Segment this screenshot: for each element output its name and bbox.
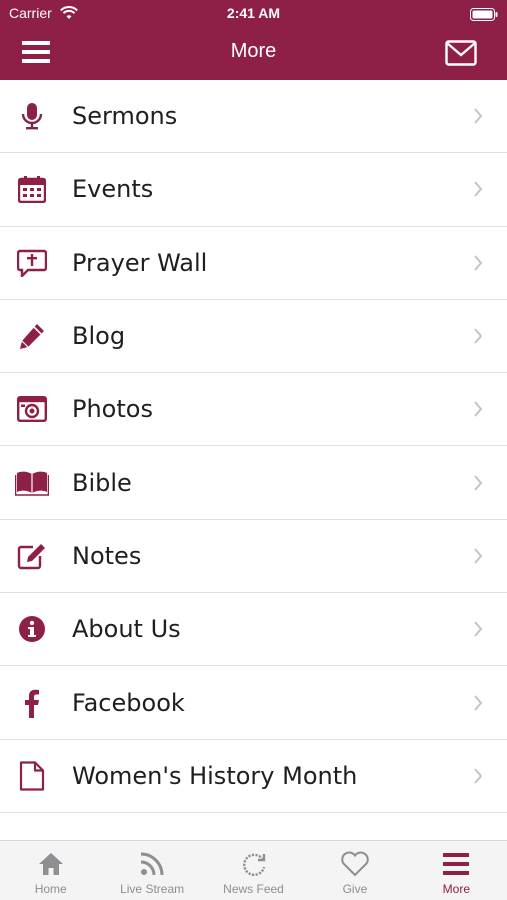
menu-item-events[interactable]: Events [0,153,507,227]
camera-icon [0,373,64,446]
refresh-icon [241,850,267,878]
tab-give[interactable]: Give [304,841,405,900]
tab-live-stream[interactable]: Live Stream [101,841,202,900]
menu-item-label: Blog [72,322,126,351]
open-book-icon [0,446,64,519]
battery-icon [470,6,498,25]
app-header: Carrier 2:41 AM More [0,0,507,80]
chevron-right-icon [474,548,483,564]
home-icon [38,850,64,878]
prayer-bubble-icon [0,226,64,299]
hamburger-icon [443,850,470,878]
chevron-right-icon [474,474,483,491]
more-menu-list: Sermons Events Prayer Wall Blog Photos B… [0,80,507,840]
calendar-icon [0,153,64,226]
menu-item-label: Photos [72,395,153,424]
menu-item-label: Prayer Wall [72,248,208,277]
tab-home[interactable]: Home [0,841,101,900]
clock: 2:41 AM [226,5,281,21]
chevron-right-icon [474,108,483,124]
tab-label: News Feed [223,882,284,896]
menu-item-partial[interactable] [0,813,507,840]
menu-item-label: About Us [72,615,181,644]
menu-item-label: Events [72,175,154,204]
menu-item-prayer-wall[interactable]: Prayer Wall [0,227,507,300]
chevron-right-icon [474,181,483,198]
tab-label: Give [342,882,368,896]
menu-item-blog[interactable]: Blog [0,300,507,374]
facebook-icon [0,666,64,739]
partial-item-icon [0,813,64,840]
tab-bar: Home Live Stream News Feed Give More [0,840,507,900]
menu-item-label: Women's History Month [72,761,358,790]
menu-item-about-us[interactable]: About Us [0,593,507,667]
menu-item-label: Facebook [72,688,185,717]
menu-item-label: Sermons [72,102,178,131]
tab-label: More [442,882,470,896]
menu-item-notes[interactable]: Notes [0,519,507,594]
chevron-right-icon [474,401,483,417]
document-icon [0,739,64,812]
tab-label: Home [34,882,67,896]
menu-item-label: Bible [72,468,132,497]
menu-item-label: Notes [72,541,142,570]
info-icon [0,593,64,666]
mail-button[interactable] [445,40,479,68]
tab-label: Live Stream [120,882,185,896]
page-title: More [230,40,277,62]
microphone-icon [0,80,64,153]
chevron-right-icon [474,621,483,637]
status-bar: Carrier 2:41 AM [0,0,507,28]
menu-item-womens-history-month[interactable]: Women's History Month [0,740,507,813]
heart-icon [340,850,370,878]
menu-item-photos[interactable]: Photos [0,373,507,447]
edit-note-icon [0,519,64,592]
chevron-right-icon [474,255,483,271]
menu-item-bible[interactable]: Bible [0,446,507,520]
menu-item-facebook[interactable]: Facebook [0,666,507,740]
rss-icon [140,850,164,878]
chevron-right-icon [474,768,483,784]
tab-more[interactable]: More [406,841,507,900]
menu-item-sermons[interactable]: Sermons [0,80,507,154]
nav-bar: More [0,28,507,80]
chevron-right-icon [474,694,483,711]
envelope-icon [445,40,477,66]
pencil-icon [0,300,64,373]
tab-news-feed[interactable]: News Feed [203,841,304,900]
chevron-right-icon [474,328,483,344]
